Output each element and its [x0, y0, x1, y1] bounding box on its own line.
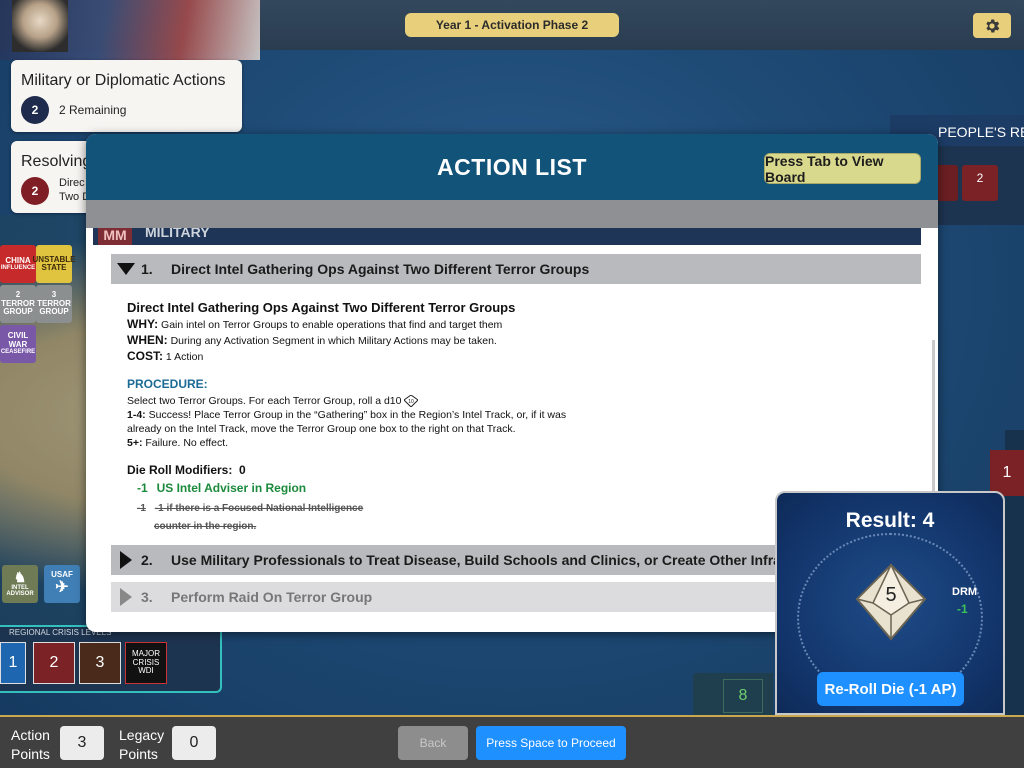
soldier-icon: ♞	[13, 569, 27, 586]
crisis-level-3[interactable]: 3	[79, 642, 121, 684]
dice-result: Result: 4	[845, 509, 935, 532]
country-value-box: 2	[962, 165, 998, 201]
actions-card: Military or Diplomatic Actions 2 2 Remai…	[11, 60, 242, 132]
country-level-box: 1	[990, 450, 1024, 496]
settings-button[interactable]	[973, 13, 1011, 38]
track-counter-value: 8	[723, 679, 763, 713]
usaf-tile[interactable]: USAF ✈	[44, 565, 80, 603]
legacy-points-value: 0	[172, 726, 216, 760]
actions-card-title: Military or Diplomatic Actions	[21, 72, 226, 89]
dice-result-panel: Result: 4 5 DRM -1 Re-Roll Die (-1 AP)	[775, 491, 1005, 715]
action-item-1[interactable]: 1. Direct Intel Gathering Ops Against Tw…	[111, 254, 921, 284]
detail-why: Gain intel on Terror Groups to enable op…	[161, 319, 503, 331]
gear-icon	[986, 18, 1000, 33]
modifier-2-text-b: counter in the region.	[154, 521, 257, 533]
drm-label: Die Roll Modifiers:	[127, 463, 233, 478]
resolving-sub-1: Direc	[59, 177, 85, 190]
crisis-level-major[interactable]: MAJOR CRISIS WDI	[125, 642, 167, 684]
unstable-state-tile[interactable]: UNSTABLE STATE	[33, 245, 75, 283]
procedure-step-1: Select two Terror Groups. For each Terro…	[127, 395, 402, 407]
resolving-card-title: Resolving	[21, 153, 92, 170]
action-points-label: Action Points	[11, 727, 50, 762]
civil-war-tile[interactable]: CIVIL WAR CEASEFIRE	[0, 325, 36, 363]
svg-text:10: 10	[409, 399, 415, 405]
section-name: MILITARY	[145, 228, 210, 240]
d10-icon: 10	[403, 394, 420, 408]
dice-drm-label: DRM	[952, 586, 978, 598]
procedure-step-3: Failure. No effect.	[145, 437, 229, 450]
view-board-button[interactable]: Press Tab to View Board	[764, 153, 921, 185]
reroll-button[interactable]: Re-Roll Die (-1 AP)	[817, 672, 964, 706]
modifier-1-value: -1	[137, 481, 148, 496]
resolving-count-badge: 2	[21, 177, 49, 205]
chevron-right-icon	[120, 551, 132, 569]
dice-drm-value: -1	[957, 602, 968, 616]
procedure-step-2: Success! Place Terror Group in the “Gath…	[148, 409, 567, 422]
phase-indicator: Year 1 - Activation Phase 2	[405, 13, 619, 37]
action-item-2-label: Use Military Professionals to Treat Dise…	[171, 552, 858, 568]
crisis-level-1[interactable]: 1	[0, 642, 26, 684]
detail-when: During any Activation Segment in which M…	[170, 335, 497, 347]
procedure-step-2b: already on the Intel Track, move the Ter…	[127, 423, 516, 436]
detail-heading: Direct Intel Gathering Ops Against Two D…	[127, 300, 516, 315]
chevron-right-icon	[120, 588, 132, 606]
back-button[interactable]: Back	[398, 726, 468, 760]
china-influence-tile[interactable]: CHINA INFLUENCE	[0, 245, 36, 283]
modifier-2-value: -1	[137, 503, 146, 515]
section-military: MM MILITARY	[93, 228, 921, 245]
proceed-button[interactable]: Press Space to Proceed	[476, 726, 626, 760]
section-code: MM	[98, 228, 132, 245]
action-points-value: 3	[60, 726, 104, 760]
scrollbar[interactable]	[932, 340, 935, 500]
jet-icon: ✈	[55, 578, 69, 596]
chevron-down-icon	[117, 263, 135, 275]
terror-group-3-tile[interactable]: 3 TERROR GROUP	[36, 285, 72, 323]
modifier-1-text: US Intel Adviser in Region	[156, 481, 307, 496]
president-portrait	[12, 0, 68, 52]
legacy-points-label: Legacy Points	[119, 727, 165, 762]
modal-divider-bar	[86, 200, 938, 228]
track-counter: 8	[693, 673, 773, 715]
modifier-2-text: -1 if there is a Focused National Intell…	[154, 503, 364, 515]
actions-count-badge: 2	[21, 96, 49, 124]
action-item-3-label: Perform Raid On Terror Group	[171, 589, 373, 605]
detail-cost: 1 Action	[165, 351, 204, 363]
die-face-value: 5	[885, 584, 896, 606]
d10-die-icon: 5	[855, 563, 927, 641]
resolving-card: Resolving 2 Direc Two D	[11, 141, 91, 213]
action-item-1-label: Direct Intel Gathering Ops Against Two D…	[171, 261, 590, 277]
intel-advisor-tile[interactable]: ♞ INTEL ADVISOR	[2, 565, 38, 603]
crisis-level-2[interactable]: 2	[33, 642, 75, 684]
action-detail: Direct Intel Gathering Ops Against Two D…	[127, 300, 887, 534]
actions-remaining: 2 Remaining	[59, 103, 127, 117]
drm-total: 0	[239, 463, 246, 478]
terror-group-2-tile[interactable]: 2 TERROR GROUP	[0, 285, 36, 323]
procedure-label: PROCEDURE:	[127, 377, 208, 391]
